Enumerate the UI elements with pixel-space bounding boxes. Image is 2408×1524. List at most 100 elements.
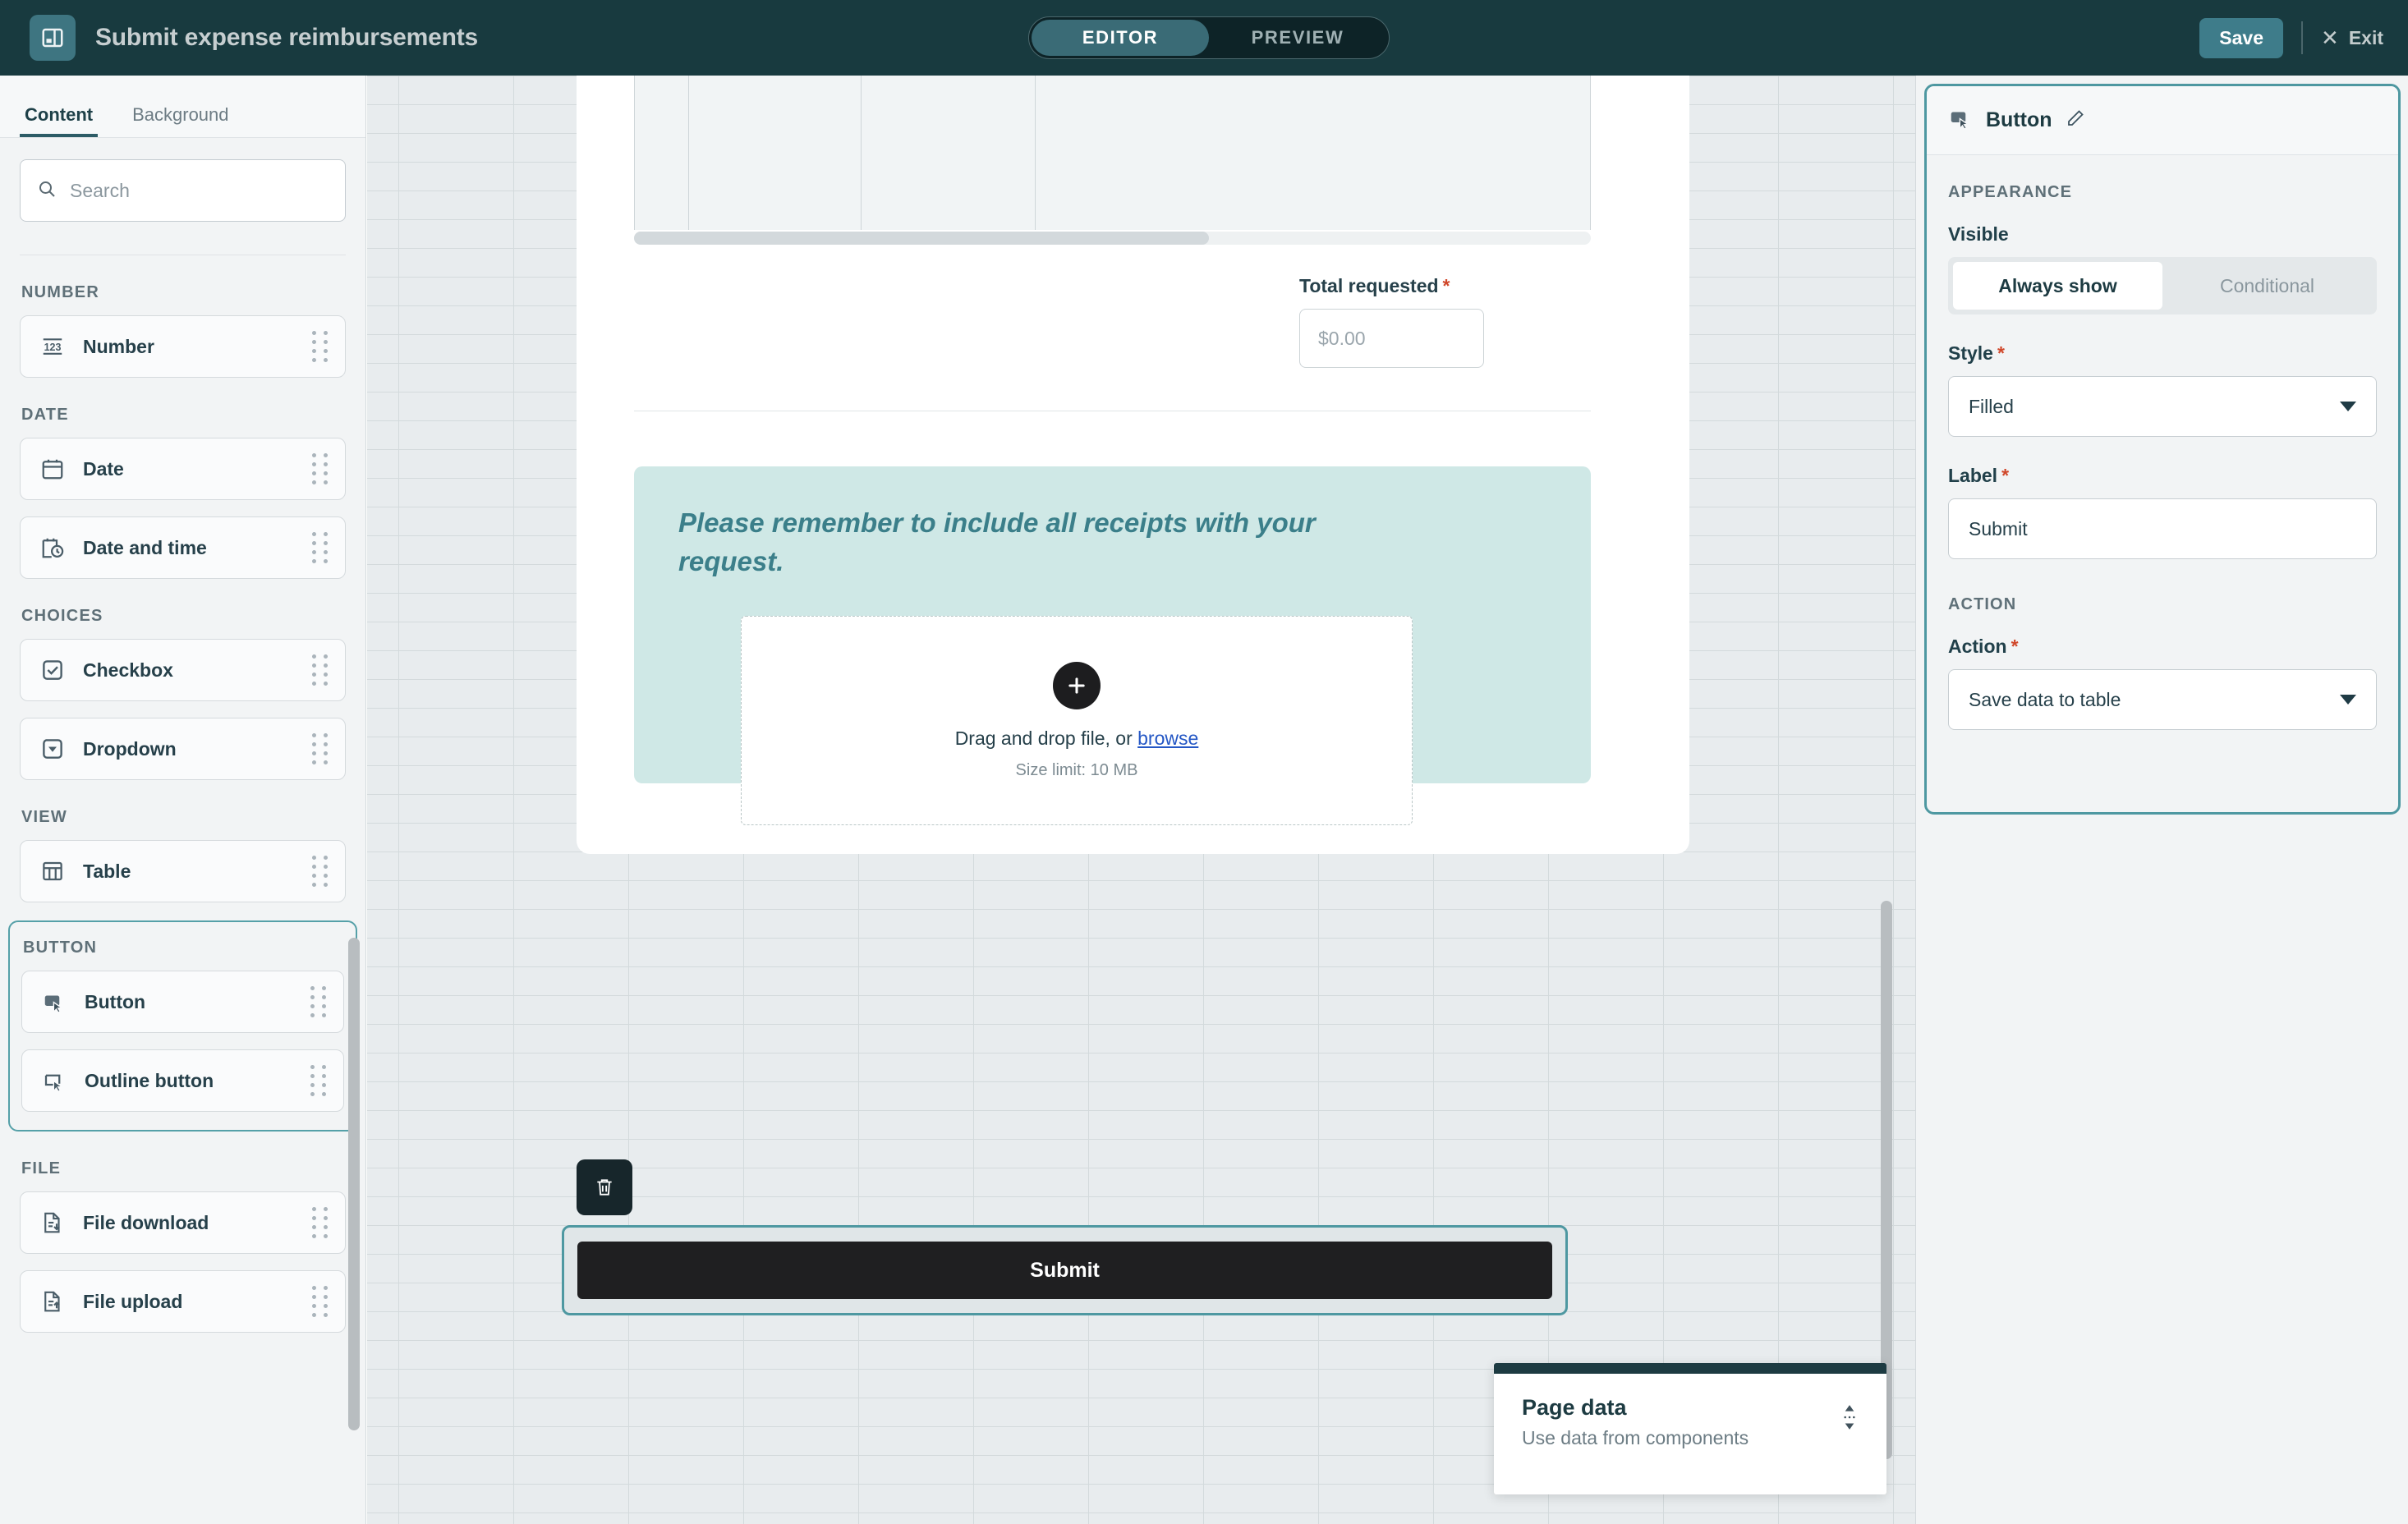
submit-button[interactable]: Submit bbox=[577, 1242, 1552, 1299]
style-select[interactable]: Filled bbox=[1948, 376, 2377, 437]
palette-group-number: NUMBER 123 Number bbox=[20, 283, 346, 378]
file-dropzone[interactable]: Drag and drop file, or browse Size limit… bbox=[741, 616, 1413, 825]
group-label-number: NUMBER bbox=[21, 283, 346, 302]
drag-handle-icon[interactable] bbox=[312, 453, 329, 484]
palette-group-file: FILE File download bbox=[20, 1159, 346, 1333]
mode-switch[interactable]: EDITOR PREVIEW bbox=[1028, 16, 1390, 59]
palette-item-date[interactable]: Date bbox=[20, 438, 346, 500]
palette-item-dropdown[interactable]: Dropdown bbox=[20, 718, 346, 780]
checkbox-icon bbox=[37, 654, 68, 686]
search-icon bbox=[37, 179, 57, 203]
drag-handle-icon[interactable] bbox=[312, 1286, 329, 1317]
search-input[interactable] bbox=[70, 180, 329, 202]
outline-button-icon bbox=[39, 1065, 70, 1096]
palette-group-date: DATE Date bbox=[20, 406, 346, 579]
drag-vertical-icon[interactable] bbox=[1839, 1403, 1860, 1431]
drag-handle-icon[interactable] bbox=[312, 532, 329, 563]
action-select[interactable]: Save data to table bbox=[1948, 669, 2377, 730]
action-label: Action* bbox=[1948, 636, 2377, 658]
group-label-date: DATE bbox=[21, 406, 346, 425]
button-label-input[interactable] bbox=[1948, 498, 2377, 559]
palette-item-outline-button[interactable]: Outline button bbox=[21, 1049, 344, 1112]
palette-item-label: Table bbox=[83, 861, 131, 883]
palette-item-number[interactable]: 123 Number bbox=[20, 315, 346, 378]
page-sheet: Total requested* $0.00 Please remember t… bbox=[577, 76, 1689, 854]
table-icon bbox=[37, 856, 68, 887]
properties-header: Button bbox=[1927, 86, 2398, 155]
palette-item-label: Button bbox=[85, 991, 145, 1013]
search-field[interactable] bbox=[20, 159, 346, 222]
required-marker: * bbox=[1443, 275, 1450, 296]
palette-item-date-and-time[interactable]: Date and time bbox=[20, 516, 346, 579]
drag-handle-icon[interactable] bbox=[312, 733, 329, 764]
palette-item-checkbox[interactable]: Checkbox bbox=[20, 639, 346, 701]
action-select-value: Save data to table bbox=[1969, 689, 2121, 711]
toolbar-divider bbox=[2301, 21, 2303, 54]
option-conditional[interactable]: Conditional bbox=[2162, 262, 2372, 310]
table-scroll-thumb[interactable] bbox=[634, 232, 1209, 245]
drag-handle-icon[interactable] bbox=[312, 856, 329, 887]
brand: Submit expense reimbursements bbox=[0, 15, 478, 61]
drag-handle-icon[interactable] bbox=[312, 331, 329, 362]
palette-item-table[interactable]: Table bbox=[20, 840, 346, 902]
properties-title: Button bbox=[1986, 108, 2052, 132]
drag-handle-icon[interactable] bbox=[310, 1065, 327, 1096]
palette-item-label: File upload bbox=[83, 1291, 182, 1313]
button-properties-card: Button APPEARANCE Visible Always show Co… bbox=[1924, 84, 2401, 815]
total-requested-input[interactable]: $0.00 bbox=[1299, 309, 1484, 368]
total-requested-field: Total requested* $0.00 bbox=[1299, 275, 1537, 368]
delete-component-button[interactable] bbox=[577, 1159, 632, 1215]
dropzone-size-limit: Size limit: 10 MB bbox=[1016, 761, 1138, 780]
palette-item-label: Dropdown bbox=[83, 738, 177, 760]
label-field-label: Label* bbox=[1948, 465, 2377, 487]
total-requested-label-text: Total requested bbox=[1299, 275, 1439, 296]
visible-label: Visible bbox=[1948, 223, 2377, 246]
palette-item-file-download[interactable]: File download bbox=[20, 1191, 346, 1254]
tab-content[interactable]: Content bbox=[20, 104, 98, 137]
visible-segmented-control[interactable]: Always show Conditional bbox=[1948, 257, 2377, 314]
svg-text:123: 123 bbox=[44, 342, 62, 353]
palette-group-view: VIEW Table bbox=[20, 808, 346, 902]
chevron-down-icon bbox=[2340, 695, 2356, 705]
option-always-show[interactable]: Always show bbox=[1953, 262, 2162, 310]
exit-button[interactable]: ✕ Exit bbox=[2321, 27, 2383, 49]
group-label-view: VIEW bbox=[21, 808, 346, 827]
label-field-label-text: Label bbox=[1948, 465, 1997, 486]
palette-item-file-upload[interactable]: File upload bbox=[20, 1270, 346, 1333]
group-label-choices: CHOICES bbox=[21, 607, 346, 626]
selected-button-component[interactable]: Submit bbox=[562, 1225, 1568, 1315]
sidebar-scrollbar[interactable] bbox=[348, 938, 360, 1430]
required-marker: * bbox=[1997, 342, 2005, 364]
palette-item-button[interactable]: Button bbox=[21, 971, 344, 1033]
component-palette-sidebar: Content Background NUMBER 123 bbox=[0, 76, 366, 1524]
pencil-icon[interactable] bbox=[2066, 108, 2085, 132]
page-data-card[interactable]: Page data Use data from components bbox=[1494, 1363, 1886, 1494]
tab-background[interactable]: Background bbox=[127, 104, 233, 137]
file-upload-icon bbox=[37, 1286, 68, 1317]
tab-editor[interactable]: EDITOR bbox=[1032, 20, 1209, 56]
palette-item-label: Outline button bbox=[85, 1070, 214, 1092]
table-component-preview[interactable] bbox=[634, 76, 1591, 230]
page-canvas: Total requested* $0.00 Please remember t… bbox=[367, 76, 1915, 1524]
style-label-text: Style bbox=[1948, 342, 1993, 364]
callout-block[interactable]: Please remember to include all receipts … bbox=[634, 466, 1591, 783]
browse-link[interactable]: browse bbox=[1137, 728, 1198, 749]
close-icon: ✕ bbox=[2321, 27, 2339, 48]
app-logo-icon bbox=[30, 15, 76, 61]
sidebar-tabs: Content Background bbox=[0, 76, 365, 138]
properties-panel: Button APPEARANCE Visible Always show Co… bbox=[1915, 76, 2408, 1524]
plus-icon[interactable] bbox=[1053, 662, 1101, 709]
save-button[interactable]: Save bbox=[2199, 18, 2283, 58]
filled-button-icon bbox=[39, 986, 70, 1017]
sidebar-body: NUMBER 123 Number DATE bbox=[0, 138, 365, 1333]
required-marker: * bbox=[2011, 636, 2019, 657]
drag-handle-icon[interactable] bbox=[312, 654, 329, 686]
tab-preview[interactable]: PREVIEW bbox=[1209, 20, 1386, 56]
table-horizontal-scrollbar[interactable] bbox=[634, 232, 1591, 245]
drag-handle-icon[interactable] bbox=[312, 1207, 329, 1238]
palette-item-label: File download bbox=[83, 1212, 209, 1234]
calendar-clock-icon bbox=[37, 532, 68, 563]
drag-handle-icon[interactable] bbox=[310, 986, 327, 1017]
required-marker: * bbox=[2001, 465, 2009, 486]
group-label-file: FILE bbox=[21, 1159, 346, 1178]
